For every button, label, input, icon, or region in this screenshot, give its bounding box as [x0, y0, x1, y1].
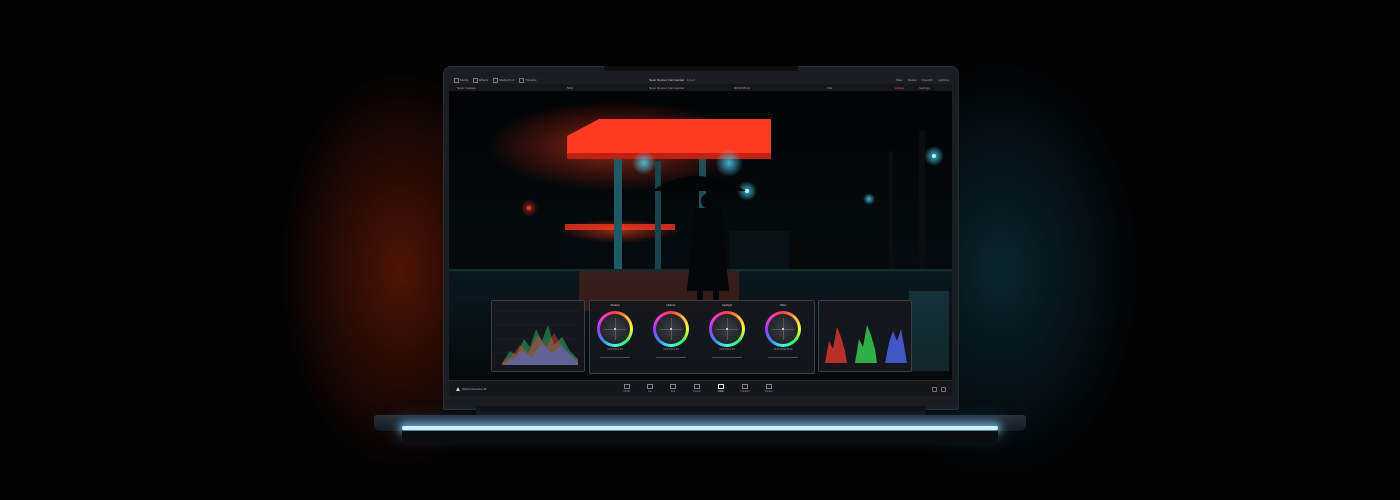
page-deliver[interactable]: Deliver: [761, 384, 777, 393]
highlight-value-3[interactable]: 0.00: [730, 349, 734, 351]
top-tab-timeline[interactable]: Timeline: [519, 77, 537, 83]
resolve-logo-icon: [456, 387, 460, 391]
page-color[interactable]: Color: [713, 384, 729, 393]
media-pool-icon: [493, 77, 499, 83]
media-page-icon: [624, 384, 630, 389]
highlight-wheel[interactable]: [709, 311, 745, 347]
bottom-right-icons: [932, 387, 946, 392]
parade-scope-panel[interactable]: [818, 300, 912, 372]
midtone-value-1[interactable]: 0.00: [664, 349, 668, 351]
library-tab[interactable]: Library: [895, 86, 904, 90]
deliver-page-icon: [766, 384, 772, 389]
wheel-label-highlight: Highlight: [721, 304, 733, 307]
offset-slider[interactable]: [768, 357, 798, 358]
settings-tab[interactable]: Settings: [919, 86, 930, 90]
shadow-slider[interactable]: [600, 357, 630, 358]
wheel-label-shadow: Shadow: [610, 304, 620, 307]
top-tab-media-pool[interactable]: Media Pool: [493, 77, 514, 83]
page-cut[interactable]: Cut: [642, 384, 658, 393]
highlight-slider[interactable]: [712, 357, 742, 358]
rgb-parade-scope: [825, 325, 907, 363]
midtone-value-3[interactable]: 0.00: [674, 349, 678, 351]
camera-notch: [604, 66, 798, 71]
video-viewer[interactable]: Shadow 0.00 0.00 0.00 Midtone 0.00 0.00 …: [449, 91, 952, 383]
keyboard-light-bar: [402, 426, 998, 430]
waveform-scope: [498, 310, 580, 365]
top-tab-media[interactable]: Media: [454, 77, 468, 83]
shadow-wheel[interactable]: [597, 311, 633, 347]
page-fairlight[interactable]: Fairlight: [737, 384, 753, 393]
wheel-label-offset: Offset: [779, 304, 787, 307]
top-tab-effects[interactable]: Effects: [473, 77, 488, 83]
app-title-bar: Media Effects Media Pool Timeline Neon R…: [449, 76, 952, 84]
highlight-value-1[interactable]: 0.00: [720, 349, 724, 351]
midtone-value-2[interactable]: 0.00: [669, 349, 673, 351]
midtone-wheel[interactable]: [653, 311, 689, 347]
shadow-value-2[interactable]: 0.00: [613, 349, 617, 351]
shadow-value-3[interactable]: 0.00: [618, 349, 622, 351]
page-fusion[interactable]: Fusion: [689, 384, 705, 393]
timeline-icon: [519, 77, 525, 83]
highlight-value-2[interactable]: 0.00: [725, 349, 729, 351]
bin-name[interactable]: Neon Footage: [457, 86, 476, 90]
fusion-page-icon: [694, 384, 700, 389]
project-status: Edited: [686, 78, 696, 82]
wheel-label-midtone: Midtone: [666, 304, 676, 307]
brand: DaVinci Resolve 18: [456, 387, 486, 391]
nodes-button[interactable]: Nodes: [908, 78, 917, 82]
edit-page-icon: [670, 384, 676, 389]
offset-value-3[interactable]: 25.00: [787, 349, 793, 351]
effects-icon: [473, 77, 479, 83]
fairlight-page-icon: [742, 384, 748, 389]
lightbox-button[interactable]: Lightbox: [938, 78, 949, 82]
color-page-icon: [718, 384, 724, 389]
gear-icon[interactable]: [941, 387, 946, 392]
laptop-screen: Media Effects Media Pool Timeline Neon R…: [449, 76, 952, 396]
midtone-slider[interactable]: [656, 357, 686, 358]
waveform-scope-panel[interactable]: [491, 300, 585, 372]
page-edit[interactable]: Edit: [665, 384, 681, 393]
page-media[interactable]: Media: [619, 384, 635, 393]
project-title: Neon Runner Commercial Edited: [649, 78, 696, 82]
laptop-hinge: [476, 406, 926, 415]
shadow-value-1[interactable]: 0.00: [608, 349, 612, 351]
page-navigation-bar: DaVinci Resolve 18 Media Cut Edit Fusion…: [449, 380, 952, 396]
zoom-level[interactable]: 54%: [567, 86, 573, 90]
openfx-button[interactable]: OpenFX: [921, 78, 932, 82]
timecode: 00:00:05:14: [734, 85, 750, 90]
cut-page-icon: [647, 384, 653, 389]
offset-value-1[interactable]: 25.00: [774, 349, 780, 351]
offset-value-2[interactable]: 25.00: [780, 349, 786, 351]
offset-wheel[interactable]: [765, 311, 801, 347]
color-wheels-panel: Shadow 0.00 0.00 0.00 Midtone 0.00 0.00 …: [589, 300, 815, 374]
home-icon[interactable]: [932, 387, 937, 392]
clip-selector[interactable]: Clip: [827, 86, 832, 90]
timeline-name: Neon Runner Commercial: [649, 85, 684, 90]
media-icon: [454, 77, 459, 83]
top-right-tools: Filter Nodes OpenFX Lightbox: [896, 78, 949, 82]
laptop-foot: [402, 431, 998, 443]
filter-button[interactable]: Filter: [896, 78, 903, 82]
